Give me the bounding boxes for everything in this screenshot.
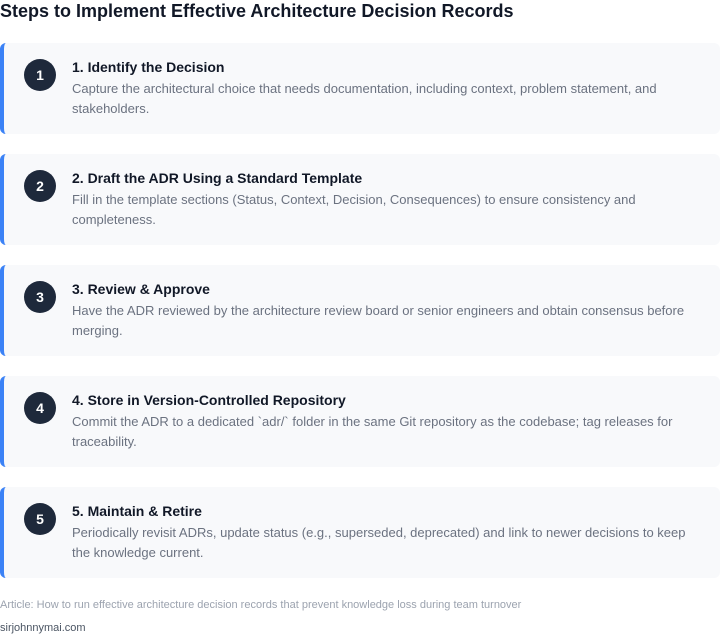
footer-site-name: sirjohnnymai.com (0, 622, 86, 634)
step-number-badge: 2 (24, 170, 56, 202)
step-title: 5. Maintain & Retire (72, 503, 202, 519)
step-body: 4. Store in Version-Controlled Repositor… (72, 391, 702, 452)
step-card: 3 3. Review & Approve Have the ADR revie… (0, 265, 720, 356)
step-description: Fill in the template sections (Status, C… (72, 192, 636, 227)
step-card: 2 2. Draft the ADR Using a Standard Temp… (0, 154, 720, 245)
step-title: 2. Draft the ADR Using a Standard Templa… (72, 170, 363, 186)
step-title: 4. Store in Version-Controlled Repositor… (72, 392, 346, 408)
step-number-badge: 5 (24, 503, 56, 535)
step-title: 3. Review & Approve (72, 281, 210, 297)
step-body: 3. Review & Approve Have the ADR reviewe… (72, 280, 702, 341)
step-description: Capture the architectural choice that ne… (72, 81, 657, 116)
step-card: 4 4. Store in Version-Controlled Reposit… (0, 376, 720, 467)
step-number-badge: 4 (24, 392, 56, 424)
step-number-badge: 1 (24, 59, 56, 91)
step-description: Commit the ADR to a dedicated `adr/` fol… (72, 414, 673, 449)
steps-list: 1 1. Identify the Decision Capture the a… (0, 43, 720, 598)
footer-article-caption: Article: How to run effective architectu… (0, 599, 522, 611)
step-body: 1. Identify the Decision Capture the arc… (72, 58, 702, 119)
step-number-badge: 3 (24, 281, 56, 313)
step-body: 5. Maintain & Retire Periodically revisi… (72, 502, 702, 563)
step-description: Have the ADR reviewed by the architectur… (72, 303, 685, 338)
step-title: 1. Identify the Decision (72, 59, 225, 75)
step-description: Periodically revisit ADRs, update status… (72, 525, 686, 560)
step-card: 1 1. Identify the Decision Capture the a… (0, 43, 720, 134)
page-title: Steps to Implement Effective Architectur… (0, 1, 514, 21)
step-card: 5 5. Maintain & Retire Periodically revi… (0, 487, 720, 578)
step-body: 2. Draft the ADR Using a Standard Templa… (72, 169, 702, 230)
